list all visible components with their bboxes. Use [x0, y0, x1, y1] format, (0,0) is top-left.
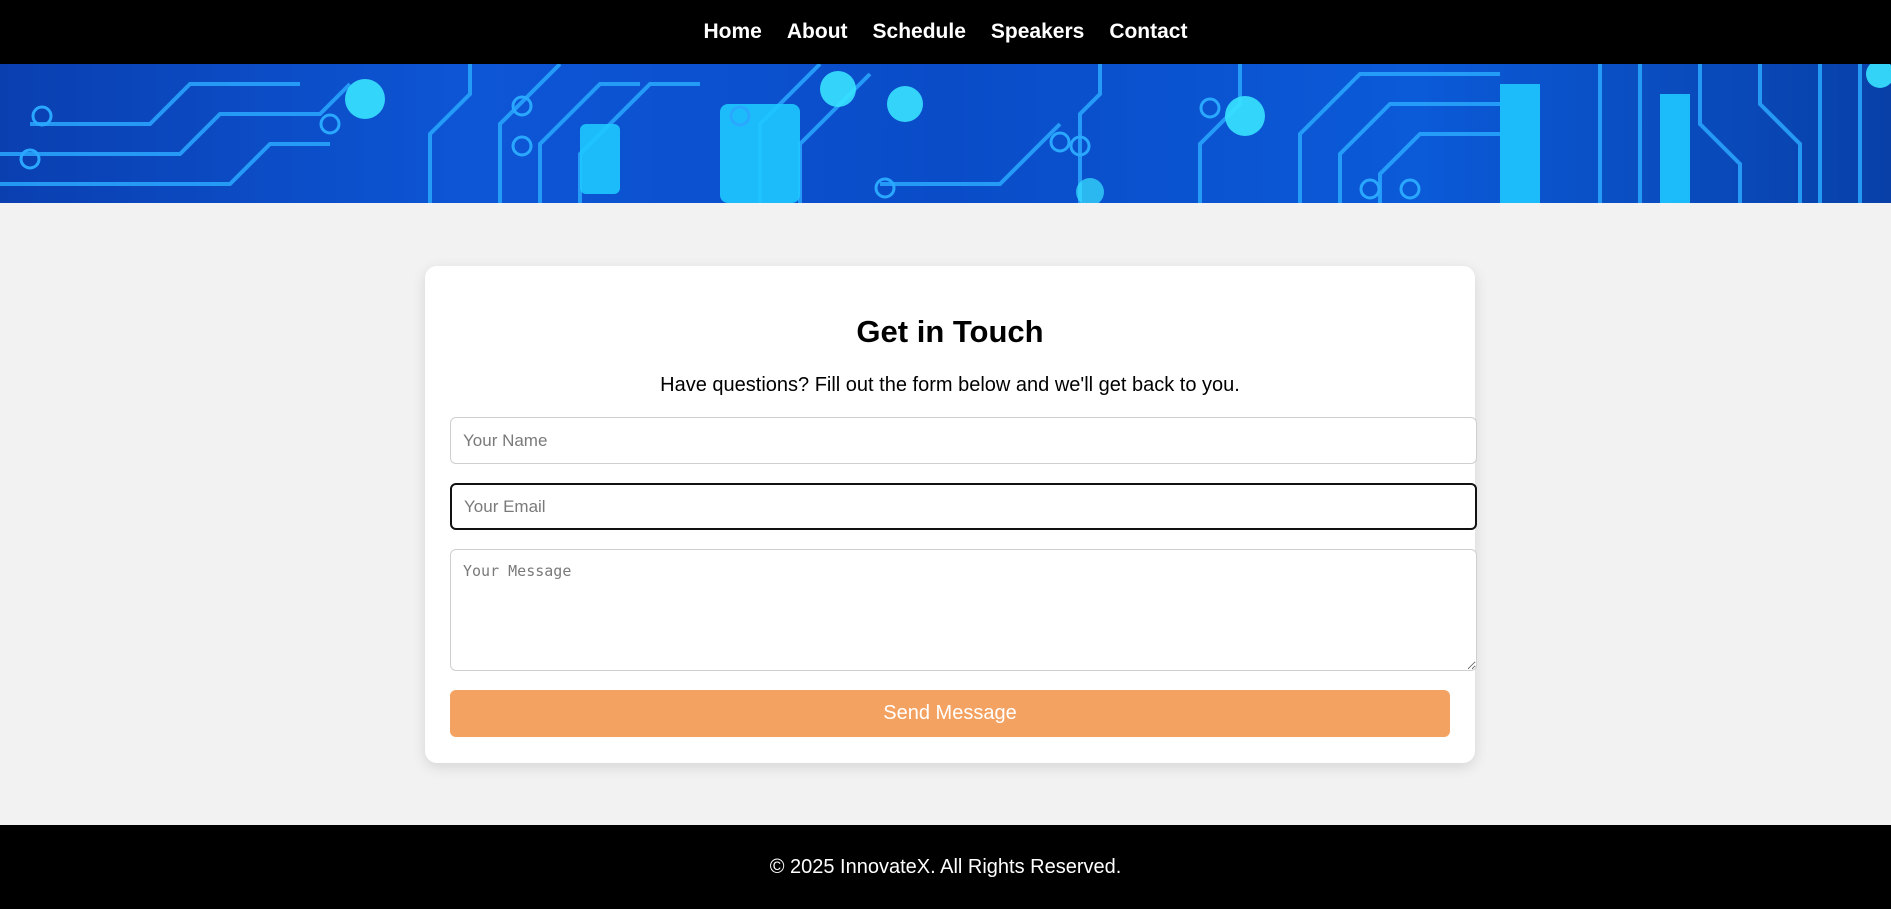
- top-navigation: Home About Schedule Speakers Contact: [0, 0, 1891, 64]
- nav-link-speakers[interactable]: Speakers: [991, 20, 1084, 44]
- name-input[interactable]: [450, 417, 1477, 464]
- contact-card: Get in Touch Have questions? Fill out th…: [425, 266, 1477, 763]
- nav-link-about[interactable]: About: [787, 20, 848, 44]
- message-textarea[interactable]: [450, 549, 1477, 671]
- email-input[interactable]: [450, 483, 1477, 530]
- footer-copyright: © 2025 InnovateX. All Rights Reserved.: [769, 855, 1122, 878]
- nav-link-home[interactable]: Home: [704, 20, 762, 44]
- nav-link-contact[interactable]: Contact: [1109, 20, 1187, 44]
- nav-link-schedule[interactable]: Schedule: [873, 20, 966, 44]
- contact-title: Get in Touch: [856, 314, 1044, 349]
- circuit-banner: [0, 64, 1891, 203]
- send-message-button[interactable]: Send Message: [450, 690, 1450, 737]
- contact-subtitle: Have questions? Fill out the form below …: [660, 374, 1240, 396]
- footer: © 2025 InnovateX. All Rights Reserved.: [0, 825, 1891, 909]
- circuit-board-icon: [0, 64, 1891, 203]
